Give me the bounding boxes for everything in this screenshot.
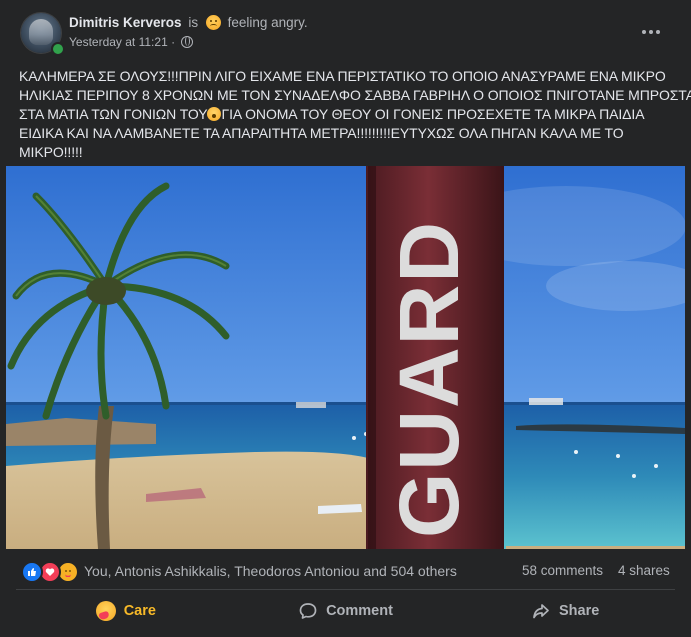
post-text-line-with-emoji: ΣΤΑ ΜΑΤΙΑ ΤΩΝ ΓΟΝΙΩΝ ΤΟΥ ΓΙΑ ΟΝΟΜΑ ΤΟΥ ΘΕ… <box>19 105 679 124</box>
care-button[interactable]: Care <box>16 591 236 631</box>
post-actions: Care Comment Share <box>16 591 675 631</box>
like-icon <box>21 561 43 583</box>
reaction-icons[interactable] <box>21 561 81 583</box>
online-status-dot <box>51 42 65 56</box>
post-photo[interactable]: GUARD <box>6 166 685 549</box>
post-text: ΚΑΛΗΜΕΡΑ ΣΕ ΟΛΟΥΣ!!!ΠΡΙΝ ΛΙΓΟ ΕΙΧΑΜΕ ΕΝΑ… <box>19 67 691 162</box>
post-text-segment: ΣΤΑ ΜΑΤΙΑ ΤΩΝ ΓΟΝΙΩΝ ΤΟΥ <box>19 106 208 122</box>
post-text-line: ΜΙΚΡΟ!!!!! <box>19 144 83 160</box>
dot-icon <box>649 30 653 34</box>
astonished-face-icon <box>207 107 222 121</box>
comments-count[interactable]: 58 comments <box>522 563 603 578</box>
author-name[interactable]: Dimitris Kerveros <box>69 15 182 30</box>
comment-icon <box>298 601 318 621</box>
angry-face-icon <box>205 15 221 30</box>
divider <box>16 589 675 590</box>
post-card: Dimitris Kerveros is feeling angry. Yest… <box>0 0 691 637</box>
share-button-label: Share <box>559 603 600 619</box>
beach-photo: GUARD <box>6 166 685 549</box>
reactors-text[interactable]: You, Antonis Ashikkalis, Theodoros Anton… <box>84 563 457 579</box>
post-meta: Yesterday at 11:21 · <box>69 35 194 49</box>
meta-separator: · <box>171 35 176 49</box>
post-text-segment: ΓΙΑ ΟΝΟΜΑ ΤΟΥ ΘΕΟΥ ΟΙ ΓΟΝΕΙΣ ΠΡΟΣΕΧΕΤΕ Τ… <box>221 106 645 122</box>
dot-icon <box>642 30 646 34</box>
care-button-label: Care <box>123 603 156 619</box>
share-icon <box>531 601 551 621</box>
care-emoji-icon <box>95 601 116 621</box>
author-line: Dimitris Kerveros is feeling angry. <box>69 15 308 30</box>
reactions-bar: You, Antonis Ashikkalis, Theodoros Anton… <box>0 555 691 585</box>
comment-button-label: Comment <box>326 603 393 619</box>
post-text-line: ΕΙΔΙΚΑ ΚΑΙ ΝΑ ΛΑΜΒΑΝΕΤΕ ΤΑ ΑΠΑΡΑΙΤΗΤΑ ΜΕ… <box>19 125 624 141</box>
post-header: Dimitris Kerveros is feeling angry. Yest… <box>0 0 691 58</box>
post-timestamp[interactable]: Yesterday at 11:21 <box>69 35 168 49</box>
more-options-button[interactable] <box>636 20 666 44</box>
globe-icon[interactable] <box>181 36 194 48</box>
author-is-text: is <box>188 15 199 30</box>
post-text-line: ΗΛΙΚΙΑΣ ΠΕΡΙΠΟΥ 8 ΧΡΟΝΩΝ ΜΕ ΤΟΝ ΣΥΝΑΔΕΛΦ… <box>19 87 691 103</box>
lifeguard-sign-text: GUARD <box>382 220 476 538</box>
comment-button[interactable]: Comment <box>236 591 456 631</box>
share-button[interactable]: Share <box>455 591 675 631</box>
post-text-line: ΚΑΛΗΜΕΡΑ ΣΕ ΟΛΟΥΣ!!!ΠΡΙΝ ΛΙΓΟ ΕΙΧΑΜΕ ΕΝΑ… <box>19 68 666 84</box>
dot-icon <box>656 30 660 34</box>
shares-count[interactable]: 4 shares <box>618 563 670 578</box>
feeling-text[interactable]: feeling angry. <box>228 15 308 30</box>
avatar-image <box>29 19 53 45</box>
